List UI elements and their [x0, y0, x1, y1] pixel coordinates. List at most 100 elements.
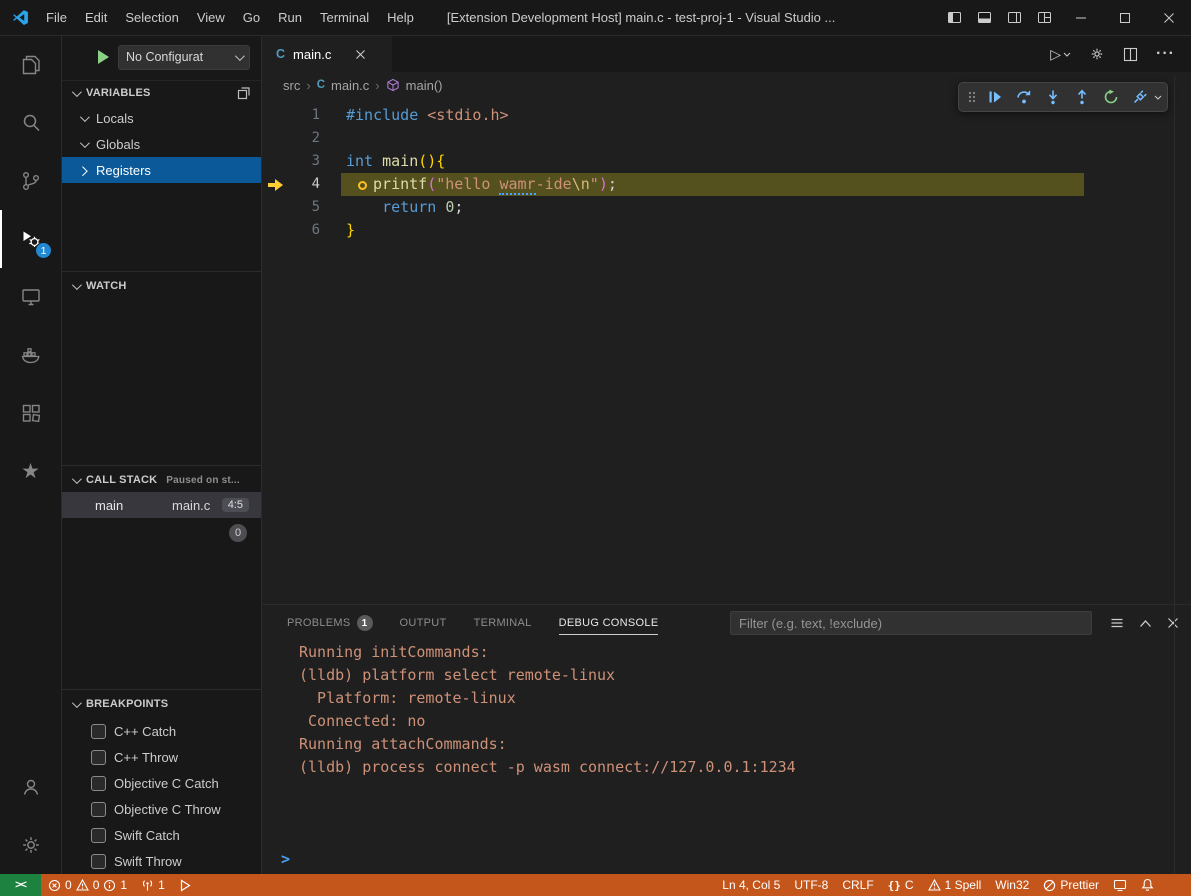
menu-edit[interactable]: Edit — [76, 0, 116, 36]
breakpoint-objc-catch[interactable]: Objective C Catch — [62, 770, 261, 796]
tab-problems[interactable]: PROBLEMS1 — [287, 615, 373, 631]
notifications-bell-icon[interactable] — [1134, 874, 1161, 896]
console-prompt[interactable]: > — [281, 850, 290, 868]
cursor-position[interactable]: Ln 4, Col 5 — [715, 874, 787, 896]
docker-icon[interactable] — [0, 326, 61, 384]
console-filter-input[interactable] — [730, 611, 1092, 635]
language-mode[interactable]: {}C — [881, 874, 921, 896]
accounts-icon[interactable] — [0, 758, 61, 816]
settings-gear-icon[interactable] — [0, 816, 61, 874]
formatter-status[interactable]: Prettier — [1036, 874, 1106, 896]
menu-view[interactable]: View — [188, 0, 234, 36]
eol-status[interactable]: CRLF — [835, 874, 880, 896]
screen-icon[interactable] — [1106, 874, 1134, 896]
menu-run[interactable]: Run — [269, 0, 311, 36]
breakpoint-gutter[interactable] — [262, 104, 290, 127]
close-button[interactable] — [1147, 0, 1191, 35]
toggle-panel-icon[interactable] — [969, 0, 999, 35]
ports-status[interactable]: 1 — [134, 874, 172, 896]
breakpoint-cpp-catch[interactable]: C++ Catch — [62, 718, 261, 744]
call-stack-section-header[interactable]: CALL STACK Paused on st... — [62, 468, 261, 492]
toggle-sidebar-icon[interactable] — [939, 0, 969, 35]
breadcrumb-folder[interactable]: src — [283, 78, 300, 93]
debug-config-dropdown[interactable]: No Configurat — [118, 45, 250, 70]
bottom-panel: PROBLEMS1 OUTPUT TERMINAL DEBUG CONSOLE … — [262, 604, 1191, 874]
code-line-4[interactable]: 4 printf("hello wamr-ide\n"); — [262, 173, 1174, 196]
search-icon[interactable] — [0, 94, 61, 152]
menu-go[interactable]: Go — [234, 0, 269, 36]
breadcrumb-file[interactable]: main.c — [331, 78, 369, 93]
continue-button[interactable] — [980, 84, 1009, 110]
run-file-icon[interactable]: ▷ — [1050, 46, 1071, 63]
split-editor-icon[interactable] — [1123, 47, 1138, 62]
minimize-button[interactable] — [1059, 0, 1103, 35]
menu-selection[interactable]: Selection — [116, 0, 187, 36]
debug-status-icon[interactable] — [172, 874, 198, 896]
checkbox-icon[interactable] — [91, 802, 106, 817]
menu-file[interactable]: File — [37, 0, 76, 36]
tab-output[interactable]: OUTPUT — [400, 617, 447, 629]
customize-layout-icon[interactable] — [1029, 0, 1059, 35]
close-panel-icon[interactable] — [1167, 617, 1179, 629]
collapse-all-icon[interactable] — [237, 86, 251, 100]
call-stack-frame[interactable]: main main.c 4:5 — [62, 492, 261, 518]
run-debug-icon[interactable]: 1 — [0, 210, 61, 268]
disconnect-button[interactable] — [1125, 84, 1154, 110]
breakpoint-swift-catch[interactable]: Swift Catch — [62, 822, 261, 848]
menu-terminal[interactable]: Terminal — [311, 0, 378, 36]
breadcrumb-symbol[interactable]: main() — [406, 78, 443, 93]
checkbox-icon[interactable] — [91, 854, 106, 869]
chevron-down-icon[interactable] — [1154, 95, 1162, 100]
breakpoint-gutter[interactable] — [262, 150, 290, 173]
source-control-icon[interactable] — [0, 152, 61, 210]
step-out-button[interactable] — [1067, 84, 1096, 110]
variables-item-globals[interactable]: Globals — [62, 131, 261, 157]
code-line-6[interactable]: 6} — [262, 219, 1174, 242]
variables-item-registers[interactable]: Registers — [62, 157, 261, 183]
toggle-secondary-sidebar-icon[interactable] — [999, 0, 1029, 35]
drag-handle-icon[interactable] — [964, 89, 980, 105]
gear-icon[interactable] — [1089, 46, 1105, 62]
panel-actions-icon[interactable] — [1110, 616, 1124, 630]
restart-button[interactable] — [1096, 84, 1125, 110]
checkbox-icon[interactable] — [91, 750, 106, 765]
encoding-status[interactable]: UTF-8 — [787, 874, 835, 896]
more-actions-icon[interactable]: ··· — [1156, 45, 1175, 63]
checkbox-icon[interactable] — [91, 828, 106, 843]
menu-help[interactable]: Help — [378, 0, 423, 36]
watch-section-header[interactable]: WATCH — [62, 274, 261, 298]
tab-terminal[interactable]: TERMINAL — [474, 617, 532, 629]
code-line-2[interactable]: 2 — [262, 127, 1174, 150]
tab-debug-console[interactable]: DEBUG CONSOLE — [559, 617, 659, 629]
variables-section-header[interactable]: VARIABLES — [62, 81, 261, 105]
maximize-button[interactable] — [1103, 0, 1147, 35]
checkbox-icon[interactable] — [91, 724, 106, 739]
breakpoint-cpp-throw[interactable]: C++ Throw — [62, 744, 261, 770]
variables-header-label: VARIABLES — [86, 87, 151, 99]
breakpoints-section-header[interactable]: BREAKPOINTS — [62, 692, 261, 716]
breakpoint-objc-throw[interactable]: Objective C Throw — [62, 796, 261, 822]
maximize-panel-icon[interactable] — [1139, 619, 1152, 628]
start-debugging-icon[interactable] — [98, 50, 109, 64]
spell-checker-status[interactable]: 1 Spell — [921, 874, 989, 896]
favorites-star-icon[interactable]: ★ — [0, 442, 61, 500]
breakpoint-swift-throw[interactable]: Swift Throw — [62, 848, 261, 874]
breakpoint-gutter[interactable] — [262, 219, 290, 242]
breakpoint-gutter[interactable] — [262, 196, 290, 219]
current-line-gutter[interactable] — [262, 173, 290, 196]
platform-status[interactable]: Win32 — [988, 874, 1036, 896]
tab-main-c[interactable]: C main.c — [262, 36, 392, 72]
step-into-button[interactable] — [1038, 84, 1067, 110]
extensions-icon[interactable] — [0, 384, 61, 442]
breakpoint-gutter[interactable] — [262, 127, 290, 150]
code-line-5[interactable]: 5 return 0; — [262, 196, 1174, 219]
remote-indicator[interactable]: >< — [0, 874, 41, 896]
variables-item-locals[interactable]: Locals — [62, 105, 261, 131]
step-over-button[interactable] — [1009, 84, 1038, 110]
problems-status[interactable]: 0 0 1 — [41, 874, 134, 896]
explorer-icon[interactable] — [0, 36, 61, 94]
checkbox-icon[interactable] — [91, 776, 106, 791]
remote-explorer-icon[interactable] — [0, 268, 61, 326]
code-line-3[interactable]: 3int main(){ — [262, 150, 1174, 173]
close-tab-icon[interactable] — [355, 49, 366, 60]
